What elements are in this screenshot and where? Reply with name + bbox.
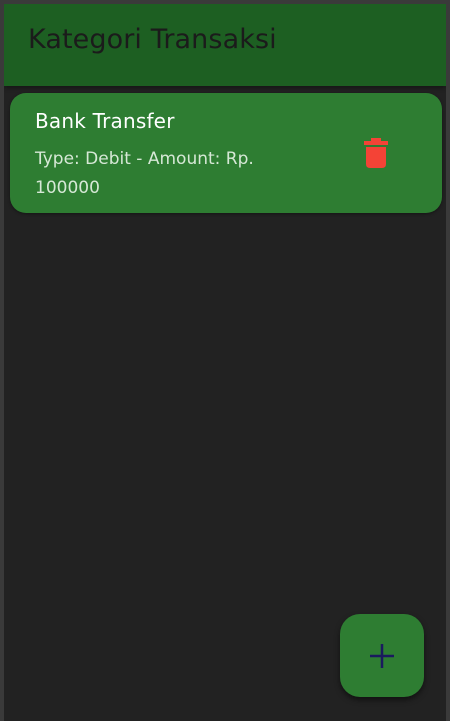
transaction-list: Bank Transfer Type: Debit - Amount: Rp. … — [10, 93, 442, 213]
trash-icon — [364, 138, 388, 168]
list-item[interactable]: Bank Transfer Type: Debit - Amount: Rp. … — [10, 93, 442, 213]
plus-icon — [370, 643, 394, 668]
page-title: Kategori Transaksi — [28, 24, 277, 55]
list-item-title: Bank Transfer — [35, 109, 175, 133]
list-item-subtitle: Type: Debit - Amount: Rp. 100000 — [35, 149, 254, 198]
add-transaction-button[interactable] — [340, 614, 424, 697]
delete-button[interactable] — [359, 133, 393, 173]
app-bar: Kategori Transaksi — [4, 4, 446, 86]
screen: Kategori Transaksi Bank Transfer Type: D… — [4, 4, 446, 721]
